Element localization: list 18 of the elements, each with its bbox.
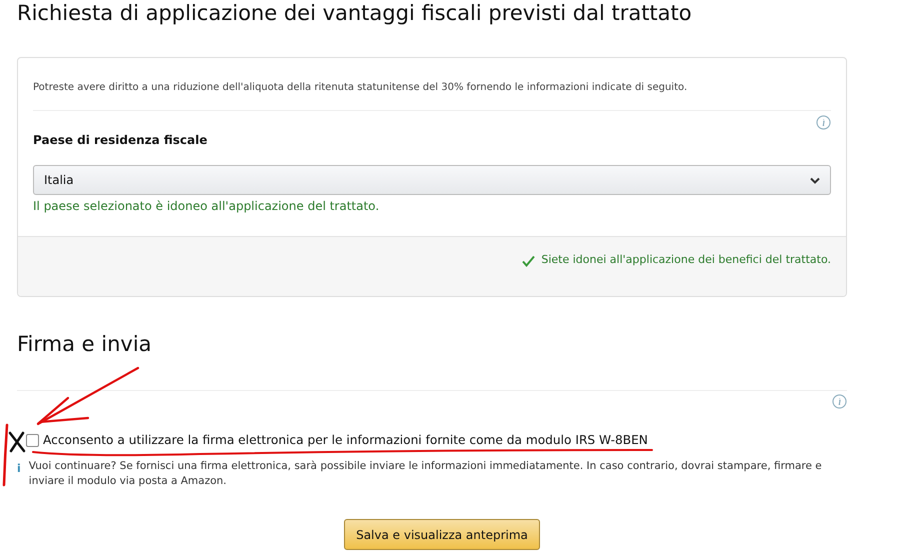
x-mark-annotation (8, 432, 26, 452)
section-title: Firma e invia (17, 331, 153, 357)
info-text: Vuoi continuare? Se fornisci una firma elettronica, sarà possibile inviare le informazioni immediatamente. In caso contrario, dovrai stampare, firmare e inviare il modulo via posta a Amazon. (28, 459, 823, 489)
status-message: Il paese selezionato è idoneo all'applicazione del trattato. (33, 198, 380, 214)
chevron-down-icon (810, 176, 820, 184)
info-icon[interactable] (816, 115, 831, 130)
country-select[interactable]: Italia (33, 165, 831, 195)
save-preview-button[interactable]: Salva e visualizza anteprima (344, 519, 540, 550)
page-title: Richiesta di applicazione dei vantaggi fiscali previsti dal trattato (17, 0, 693, 26)
consent-label[interactable]: Acconsento a utilizzare la firma elettronica per le informazioni fornite come da modulo IRS W-8BEN (43, 431, 648, 449)
consent-checkbox[interactable] (26, 434, 39, 446)
info-icon[interactable] (832, 394, 847, 409)
intro-text: Potreste avere diritto a una riduzione dell'aliquota della ritenuta statunitense del 30% fornendo le informazioni indicate di seguito. (33, 80, 831, 111)
field-label: Paese di residenza fiscale (33, 132, 208, 148)
eligibility-message: Siete idonei all'applicazione dei benefici del trattato. (541, 252, 831, 268)
check-icon (522, 255, 536, 267)
info-icon: i (17, 461, 21, 489)
margin-line-annotation (2, 424, 8, 486)
